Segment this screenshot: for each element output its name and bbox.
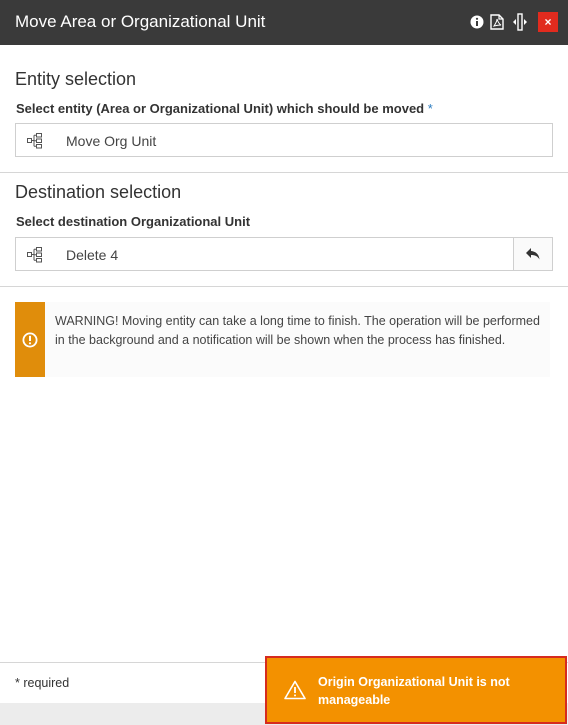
section-divider	[0, 172, 568, 173]
entity-field-label: Select entity (Area or Organizational Un…	[16, 101, 433, 116]
close-button[interactable]: ×	[538, 12, 558, 32]
info-icon[interactable]	[469, 13, 485, 31]
undo-arrow-icon	[526, 248, 540, 260]
reset-destination-button[interactable]	[513, 238, 552, 270]
required-note: * required	[15, 676, 70, 690]
close-icon: ×	[544, 15, 552, 29]
org-tree-icon	[27, 247, 43, 263]
toast-message: Origin Organizational Unit is not manage…	[318, 675, 510, 707]
resize-icon[interactable]	[512, 13, 528, 31]
window-title: Move Area or Organizational Unit	[15, 12, 266, 31]
error-toast[interactable]: Origin Organizational Unit is not manage…	[265, 656, 567, 724]
destination-select-value: Delete 4	[66, 247, 119, 263]
org-tree-icon	[27, 133, 43, 149]
exclamation-circle-icon	[22, 332, 38, 347]
warning-message: WARNING! Moving entity can take a long t…	[15, 302, 550, 377]
destination-section-title: Destination selection	[15, 182, 182, 202]
entity-field-label-text: Select entity (Area or Organizational Un…	[16, 101, 425, 116]
entity-select-field[interactable]: Move Org Unit	[15, 123, 553, 157]
warning-text: WARNING! Moving entity can take a long t…	[55, 314, 540, 347]
entity-section-title: Entity selection	[15, 69, 137, 89]
pdf-icon[interactable]	[489, 13, 505, 31]
destination-select-field[interactable]: Delete 4	[15, 237, 553, 271]
entity-select-value: Move Org Unit	[66, 133, 157, 149]
section-divider	[0, 286, 568, 287]
required-marker: *	[427, 101, 433, 116]
warning-bar	[15, 302, 45, 377]
destination-field-label: Select destination Organizational Unit	[16, 214, 251, 229]
warning-triangle-icon	[284, 680, 306, 700]
window-titlebar: Move Area or Organizational Unit ×	[0, 0, 568, 45]
